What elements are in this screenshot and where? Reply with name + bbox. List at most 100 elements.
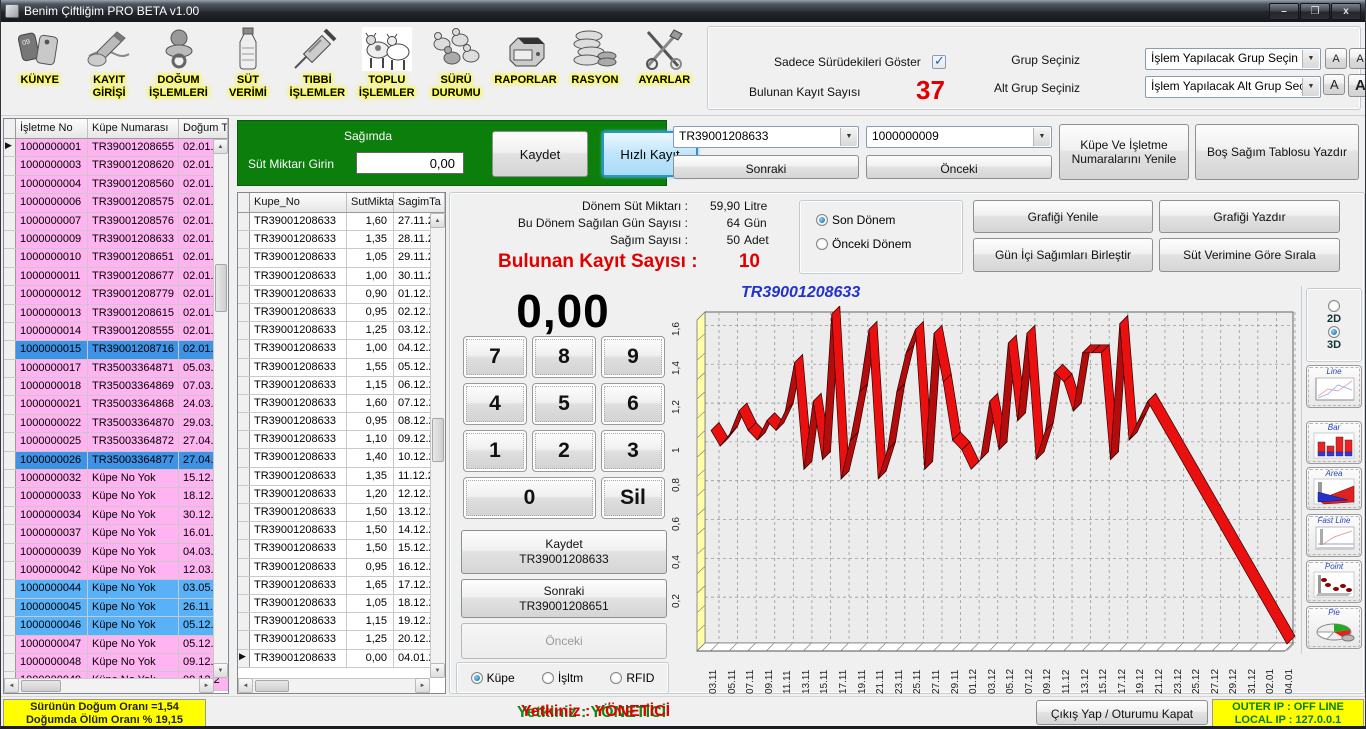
- numpad-key-3[interactable]: 3: [601, 430, 665, 472]
- table-row[interactable]: TR390012086331,2012.12.2: [238, 486, 445, 504]
- table-row[interactable]: 1000000045Küpe No Yok26.11.2: [4, 599, 228, 617]
- radio-icon[interactable]: [542, 672, 554, 684]
- table-row[interactable]: 1000000025TR3500336487227.04.2: [4, 433, 228, 451]
- animal-grid-vscrollbar[interactable]: ▲ ▼: [213, 139, 228, 678]
- restore-button[interactable]: ❐: [1300, 3, 1330, 20]
- toolbar-button-rasyon[interactable]: RASYON: [560, 24, 629, 87]
- table-row[interactable]: 1000000046Küpe No Yok05.12.2: [4, 617, 228, 635]
- table-row[interactable]: TR390012086331,3528.11.2: [238, 231, 445, 249]
- table-row[interactable]: TR390012086331,5014.12.2: [238, 522, 445, 540]
- chart-type-button-point[interactable]: Point: [1306, 560, 1362, 603]
- table-row[interactable]: TR390012086331,0030.11.2: [238, 268, 445, 286]
- toolbar-button-sut-verimi[interactable]: SÜT VERİMİ: [213, 24, 282, 100]
- print-empty-table-button[interactable]: Boş Sağım Tablosu Yazdır: [1195, 124, 1359, 180]
- table-row[interactable]: 1000000015TR3900120871602.01.2: [4, 341, 228, 359]
- numpad-key-8[interactable]: 8: [532, 336, 596, 378]
- chevron-down-icon[interactable]: ▼: [1302, 50, 1319, 68]
- table-row[interactable]: ▶1000000001TR3900120865502.01.2: [4, 139, 228, 157]
- id-mode-radio-option-rfid[interactable]: RFID: [610, 671, 654, 685]
- numpad-key-2[interactable]: 2: [532, 430, 596, 472]
- toolbar-button-ayarlar[interactable]: AYARLAR: [630, 24, 699, 87]
- toolbar-button-kayit-girisi[interactable]: KAYIT GİRİŞİ: [74, 24, 143, 100]
- table-row[interactable]: 1000000003TR3900120862002.01.2: [4, 157, 228, 175]
- table-row[interactable]: TR390012086330,9001.12.2: [238, 286, 445, 304]
- table-row[interactable]: 1000000013TR3900120861502.01.2: [4, 305, 228, 323]
- milk-grid-vscrollbar[interactable]: ▲ ▼: [430, 213, 445, 678]
- chevron-down-icon[interactable]: ▼: [1033, 128, 1050, 146]
- table-row[interactable]: 1000000004TR3900120856002.01.2: [4, 176, 228, 194]
- save-button[interactable]: Kaydet: [492, 131, 588, 177]
- dimension-radio-2d[interactable]: 2D: [1327, 300, 1341, 325]
- table-row[interactable]: 1000000039Küpe No Yok04.03.2: [4, 544, 228, 562]
- scroll-up-icon[interactable]: ▲: [213, 139, 228, 154]
- table-row[interactable]: TR390012086331,5013.12.2: [238, 504, 445, 522]
- toolbar-button-dogum-islemleri[interactable]: DOĞUM İŞLEMLERİ: [144, 24, 213, 100]
- table-row[interactable]: TR390012086331,0518.12.2: [238, 595, 445, 613]
- table-row[interactable]: TR390012086331,0004.12.2: [238, 340, 445, 358]
- id-mode-radio-option-küpe[interactable]: Küpe: [471, 671, 515, 685]
- table-row[interactable]: TR390012086330,9516.12.2: [238, 559, 445, 577]
- table-row[interactable]: TR390012086331,6517.12.2: [238, 577, 445, 595]
- scroll-left-icon[interactable]: ◄: [4, 678, 19, 693]
- refresh-graph-button[interactable]: Grafiği Yenile: [973, 200, 1153, 233]
- table-row[interactable]: 1000000007TR3900120857602.01.2: [4, 213, 228, 231]
- milk-amount-input[interactable]: [356, 152, 464, 174]
- period-radio-option-önceki-dönem[interactable]: Önceki Dönem: [816, 237, 962, 251]
- table-row[interactable]: TR390012086331,1519.12.2: [238, 613, 445, 631]
- numpad-key-9[interactable]: 9: [601, 336, 665, 378]
- column-header-sagimta[interactable]: SagimTa: [394, 193, 445, 212]
- table-row[interactable]: 1000000048Küpe No Yok09.12.2: [4, 654, 228, 672]
- chart-type-button-fast-line[interactable]: Fast Line: [1306, 514, 1362, 557]
- table-row[interactable]: 1000000009TR3900120863302.01.2: [4, 231, 228, 249]
- previous-record-button[interactable]: Önceki: [461, 623, 667, 659]
- next-record-button[interactable]: Sonraki TR39001208651: [461, 579, 667, 618]
- column-header-sutmiktari[interactable]: SutMiktari: [347, 193, 394, 212]
- kupe-number-select[interactable]: TR39001208633 ▼: [673, 126, 859, 148]
- isletme-number-select[interactable]: 1000000009 ▼: [866, 126, 1052, 148]
- radio-icon[interactable]: [816, 214, 828, 226]
- numpad-key-0[interactable]: 0: [463, 477, 596, 519]
- table-row[interactable]: 1000000017TR3500336487105.03.2: [4, 360, 228, 378]
- toolbar-button-raporlar[interactable]: RAPORLAR: [491, 24, 560, 87]
- id-mode-radio-option-i̇şltm[interactable]: İşltm: [542, 671, 583, 685]
- font-size-button-2[interactable]: A: [1349, 48, 1366, 69]
- table-row[interactable]: 1000000037Küpe No Yok16.01.2: [4, 525, 228, 543]
- toolbar-button-kunye[interactable]: 09KÜNYE: [5, 24, 74, 87]
- scroll-right-icon[interactable]: ►: [415, 678, 430, 693]
- table-row[interactable]: 1000000034Küpe No Yok30.12.2: [4, 507, 228, 525]
- table-row[interactable]: 1000000022TR3500336487029.03.2: [4, 415, 228, 433]
- table-row[interactable]: TR390012086330,9508.12.2: [238, 413, 445, 431]
- table-row[interactable]: TR390012086331,6027.11.2: [238, 213, 445, 231]
- table-row[interactable]: TR390012086331,0529.11.2: [238, 249, 445, 267]
- minimize-button[interactable]: –: [1269, 3, 1299, 20]
- table-row[interactable]: TR390012086331,6007.12.2: [238, 395, 445, 413]
- table-row[interactable]: TR390012086331,5505.12.2: [238, 359, 445, 377]
- table-row[interactable]: 1000000010TR3900120865102.01.2: [4, 249, 228, 267]
- milk-grid-hscrollbar[interactable]: ◄ ►: [238, 678, 430, 693]
- subgroup-select[interactable]: İşlem Yapılacak Alt Grup Seçin ▼: [1145, 76, 1321, 98]
- radio-icon[interactable]: [1328, 300, 1340, 312]
- table-row[interactable]: TR390012086330,9502.12.2: [238, 304, 445, 322]
- numpad-key-1[interactable]: 1: [463, 430, 527, 472]
- radio-icon[interactable]: [610, 672, 622, 684]
- scroll-right-icon[interactable]: ►: [199, 678, 214, 693]
- font-size-button-1[interactable]: A: [1325, 48, 1347, 69]
- toolbar-button-tibbi-islemler[interactable]: TIBBİ İŞLEMLER: [283, 24, 352, 100]
- radio-icon[interactable]: [816, 238, 828, 250]
- numpad-key-4[interactable]: 4: [463, 383, 527, 425]
- chart-type-button-area[interactable]: Area: [1306, 467, 1362, 510]
- numpad-key-sil[interactable]: Sil: [601, 477, 665, 519]
- dimension-radio-3d[interactable]: 3D: [1327, 326, 1341, 351]
- table-row[interactable]: 1000000012TR3900120877902.01.2: [4, 286, 228, 304]
- table-row[interactable]: 1000000021TR3500336486824.03.2: [4, 396, 228, 414]
- font-size-button-3[interactable]: A: [1323, 74, 1345, 95]
- scroll-down-icon[interactable]: ▼: [430, 663, 445, 678]
- table-row[interactable]: TR390012086331,2503.12.2: [238, 322, 445, 340]
- period-radio-option-son-dönem[interactable]: Son Dönem: [816, 213, 962, 227]
- table-row[interactable]: 1000000047Küpe No Yok05.12.2: [4, 636, 228, 654]
- table-row[interactable]: 1000000014TR3900120855502.01.2: [4, 323, 228, 341]
- numpad-key-7[interactable]: 7: [463, 336, 527, 378]
- chart-type-button-line[interactable]: Line: [1306, 365, 1362, 408]
- table-row[interactable]: TR390012086331,3511.12.2: [238, 468, 445, 486]
- table-row[interactable]: 1000000033Küpe No Yok18.12.2: [4, 488, 228, 506]
